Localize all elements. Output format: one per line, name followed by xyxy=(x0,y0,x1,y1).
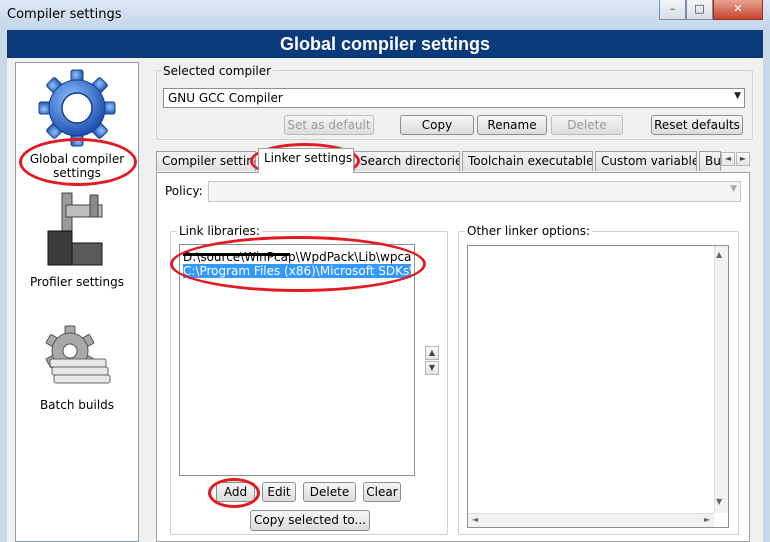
delete-library-button[interactable]: Delete xyxy=(303,482,356,502)
tab-compiler-settings[interactable]: Compiler settings xyxy=(156,151,256,171)
close-button[interactable]: ✕ xyxy=(713,0,763,20)
gear-icon[interactable] xyxy=(36,65,118,147)
move-up-icon[interactable]: ▲ xyxy=(425,346,439,360)
reset-defaults-button[interactable]: Reset defaults xyxy=(651,115,743,135)
tab-scroll-right-icon[interactable]: ► xyxy=(736,152,750,166)
horizontal-scrollbar[interactable]: ◄ ► xyxy=(468,513,714,527)
policy-label: Policy: xyxy=(165,184,203,198)
policy-select[interactable]: ▼ xyxy=(208,181,741,202)
copy-selected-to-button[interactable]: Copy selected to... xyxy=(250,510,370,531)
window-title: Compiler settings xyxy=(7,7,122,22)
tab-toolchain-executables[interactable]: Toolchain executables xyxy=(462,151,593,171)
settings-category-list: Global compiler settings Profiler settin… xyxy=(15,62,139,542)
edit-library-button[interactable]: Edit xyxy=(262,482,296,502)
copy-compiler-button[interactable]: Copy xyxy=(400,115,474,135)
compiler-select-value: GNU GCC Compiler xyxy=(168,91,283,105)
maximize-button[interactable]: □ xyxy=(686,0,713,20)
category-label: Profiler settings xyxy=(30,275,124,289)
set-as-default-button[interactable]: Set as default xyxy=(284,115,374,135)
delete-compiler-button[interactable]: Delete xyxy=(551,115,623,135)
annotation-ellipse xyxy=(19,138,137,186)
scroll-down-icon[interactable]: ▼ xyxy=(716,497,722,506)
other-linker-options-label: Other linker options: xyxy=(465,224,593,238)
scroll-right-icon[interactable]: ► xyxy=(704,515,710,524)
annotation-ellipse xyxy=(170,236,426,292)
minimize-button[interactable]: – xyxy=(659,0,686,20)
tab-custom-variables[interactable]: Custom variables xyxy=(595,151,697,171)
scroll-up-icon[interactable]: ▲ xyxy=(716,250,722,259)
vertical-scrollbar[interactable]: ▲ ▼ xyxy=(714,246,728,513)
chevron-down-icon: ▼ xyxy=(734,91,741,101)
tab-build-options[interactable]: Build options xyxy=(699,151,721,171)
page-banner: Global compiler settings xyxy=(7,30,763,58)
clear-libraries-button[interactable]: Clear xyxy=(363,482,401,502)
move-down-icon[interactable]: ▼ xyxy=(425,361,439,375)
rename-compiler-button[interactable]: Rename xyxy=(477,115,547,135)
scroll-left-icon[interactable]: ◄ xyxy=(472,515,478,524)
category-profiler-settings[interactable]: Profiler settings xyxy=(16,275,138,289)
other-linker-options-textarea[interactable]: ▲ ▼ ◄ ► xyxy=(467,245,729,528)
link-libraries-label: Link libraries: xyxy=(177,224,262,238)
tab-scroll-left-icon[interactable]: ◄ xyxy=(721,152,735,166)
batch-gear-icon[interactable] xyxy=(38,325,114,387)
category-label: Batch builds xyxy=(39,398,115,412)
category-batch-builds[interactable]: Batch builds xyxy=(16,398,138,412)
caliper-icon[interactable] xyxy=(44,191,110,269)
tab-linker-settings[interactable]: Linker settings xyxy=(258,148,354,173)
compiler-select[interactable]: GNU GCC Compiler ▼ xyxy=(163,88,745,108)
selected-compiler-label: Selected compiler xyxy=(161,64,274,78)
chevron-down-icon: ▼ xyxy=(730,184,737,194)
annotation-ellipse xyxy=(208,478,260,508)
tab-search-directories[interactable]: Search directories xyxy=(354,151,460,171)
